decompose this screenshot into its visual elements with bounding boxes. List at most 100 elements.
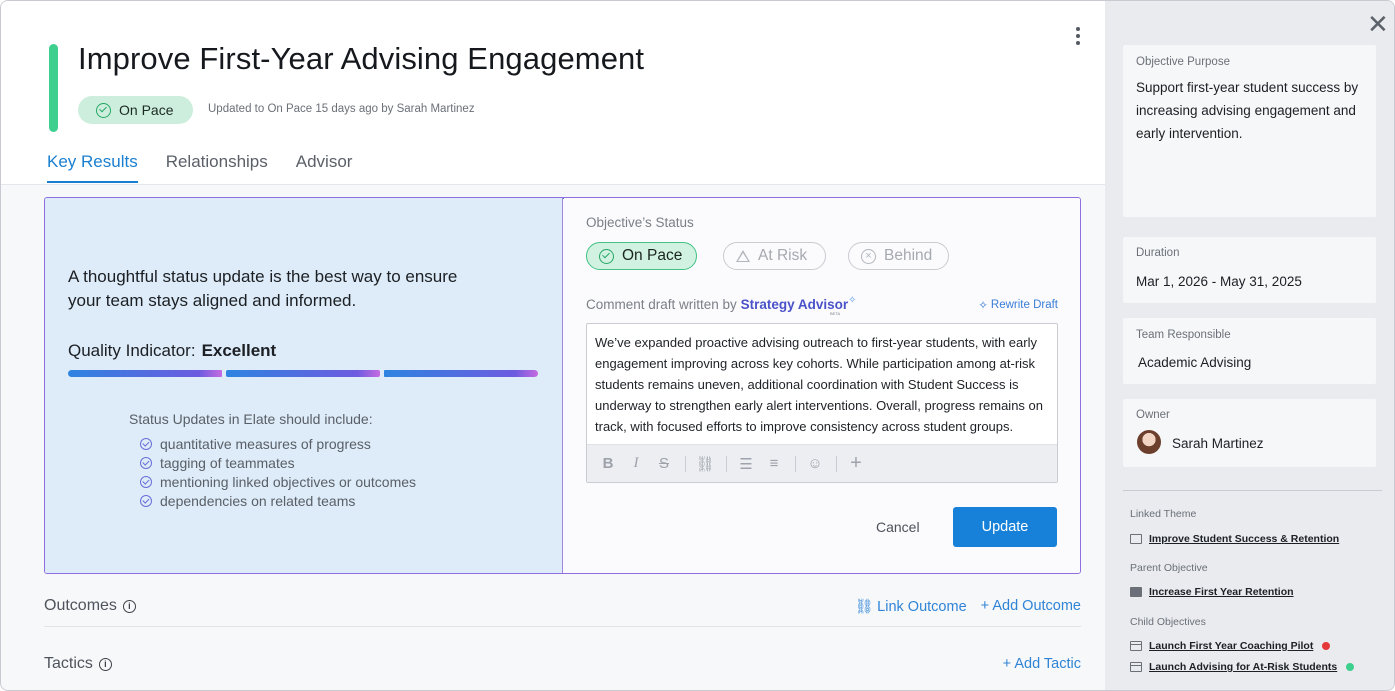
add-tactic-button[interactable]: + Add Tactic <box>1003 656 1081 672</box>
objective-icon <box>1130 587 1142 597</box>
chart-icon <box>1130 534 1142 544</box>
include-heading: Status Updates in Elate should include: <box>129 411 373 427</box>
check-circle-icon <box>140 456 152 469</box>
bold-icon[interactable]: B <box>597 455 619 472</box>
parent-objective-link[interactable]: Increase First Year Retention <box>1130 586 1294 598</box>
list-item: quantitative measures of progress <box>140 434 416 453</box>
strikethrough-icon[interactable]: S <box>653 455 675 472</box>
quality-indicator: Quality Indicator: Excellent <box>68 341 276 361</box>
team-label: Team Responsible <box>1136 329 1231 341</box>
x-circle-icon: × <box>861 248 876 264</box>
include-list: quantitative measures of progress taggin… <box>140 434 416 510</box>
duration-label: Duration <box>1136 247 1180 259</box>
purpose-line: Support first-year student success by <box>1136 80 1359 95</box>
warning-icon <box>736 250 750 262</box>
outcomes-actions: ⛓ Link Outcome + Add Outcome <box>855 598 1081 615</box>
owner-name: Sarah Martinez <box>1172 436 1264 451</box>
objective-icon <box>1130 641 1142 651</box>
owner-card: Owner Sarah Martinez <box>1123 399 1376 467</box>
check-circle-icon <box>140 437 152 450</box>
advisor-tip-text: A thoughtful status update is the best w… <box>68 267 458 310</box>
parent-objective-label: Parent Objective <box>1130 562 1208 574</box>
list-item: dependencies on related teams <box>140 491 416 510</box>
info-icon[interactable]: i <box>122 599 136 613</box>
comment-text[interactable]: We’ve expanded proactive advising outrea… <box>595 332 1055 437</box>
quality-value: Excellent <box>201 341 277 360</box>
child-objective-link[interactable]: Launch First Year Coaching Pilot <box>1130 640 1331 652</box>
tab-advisor[interactable]: Advisor <box>296 152 353 183</box>
toolbar-divider <box>726 455 727 472</box>
check-circle-icon <box>140 475 152 488</box>
update-button[interactable]: Update <box>953 507 1057 547</box>
status-form: Objective’s Status On Pace At Risk × Beh… <box>564 198 1080 573</box>
quality-bar-segment <box>226 370 380 377</box>
link-icon[interactable]: ⛓ <box>694 455 716 473</box>
child-objective-link[interactable]: Launch Advising for At-Risk Students <box>1130 661 1355 673</box>
check-circle-icon <box>599 248 614 264</box>
sparkle-icon: ✧ <box>978 300 988 312</box>
linked-theme-link[interactable]: Improve Student Success & Retention <box>1130 533 1339 545</box>
purpose-line: early intervention. <box>1136 126 1243 141</box>
duration-value: Mar 1, 2026 - May 31, 2025 <box>1136 274 1302 289</box>
quality-bar-segment <box>68 370 222 377</box>
list-item: mentioning linked objectives or outcomes <box>140 472 416 491</box>
tactics-section: Tactics i + Add Tactic <box>44 655 1081 673</box>
sparkle-icon: ✧ <box>848 295 857 306</box>
objective-icon <box>1130 662 1142 672</box>
toolbar-divider <box>685 455 686 472</box>
bulleted-list-icon[interactable]: ☰ <box>735 455 757 473</box>
more-options-icon[interactable] <box>1071 25 1085 47</box>
objective-window: Improve First-Year Advising Engagement O… <box>0 0 1395 691</box>
objective-header: Improve First-Year Advising Engagement O… <box>1 1 1105 185</box>
status-update-card: A thoughtful status update is the best w… <box>44 197 1081 574</box>
plus-icon[interactable]: + <box>845 452 867 475</box>
check-circle-icon <box>140 494 152 507</box>
objective-status-label: Objective’s Status <box>586 215 694 230</box>
toolbar-divider <box>836 455 837 472</box>
rewrite-draft-button[interactable]: ✧ Rewrite Draft <box>978 298 1058 312</box>
team-card: Team Responsible Academic Advising <box>1123 318 1376 384</box>
link-icon: ⛓ <box>854 598 878 615</box>
purpose-line: increasing advising engagement and <box>1136 103 1356 118</box>
outcomes-title: Outcomes i <box>44 597 136 615</box>
beta-badge: BETA <box>830 311 841 316</box>
status-badge-label: On Pace <box>119 102 174 118</box>
avatar <box>1137 430 1161 454</box>
tactics-title: Tactics i <box>44 655 112 673</box>
toolbar-divider <box>795 455 796 472</box>
status-badge[interactable]: On Pace <box>78 96 194 124</box>
cancel-button[interactable]: Cancel <box>876 519 920 535</box>
page-title: Improve First-Year Advising Engagement <box>78 41 645 76</box>
status-option-behind[interactable]: × Behind <box>848 242 950 270</box>
link-outcome-button[interactable]: ⛓ Link Outcome <box>855 598 967 615</box>
status-option-at-risk[interactable]: At Risk <box>723 242 827 270</box>
status-dot <box>1322 642 1331 650</box>
details-sidebar: ✕ Objective Purpose Support first-year s… <box>1105 1 1394 690</box>
status-updated-text: Updated to On Pace 15 days ago by Sarah … <box>208 103 475 115</box>
advisor-tips-panel: A thoughtful status update is the best w… <box>45 198 563 573</box>
editor-toolbar: B I S ⛓ ☰ ≡ ☺ + <box>587 444 1057 482</box>
objective-main: Improve First-Year Advising Engagement O… <box>1 1 1105 690</box>
italic-icon[interactable]: I <box>625 455 647 472</box>
quality-label: Quality Indicator: <box>68 341 196 360</box>
comment-editor[interactable]: We’ve expanded proactive advising outrea… <box>586 323 1058 483</box>
status-option-on-pace[interactable]: On Pace <box>586 242 698 270</box>
section-divider <box>44 626 1081 627</box>
tab-bar: Key Results Relationships Advisor <box>47 152 352 183</box>
emoji-icon[interactable]: ☺ <box>804 455 826 472</box>
strategy-advisor-brand: Strategy Advisor <box>740 297 849 312</box>
linked-theme-label: Linked Theme <box>1130 508 1197 520</box>
tab-key-results[interactable]: Key Results <box>47 152 138 183</box>
child-objectives-label: Child Objectives <box>1130 616 1206 628</box>
numbered-list-icon[interactable]: ≡ <box>763 455 785 472</box>
status-dot <box>1346 663 1355 671</box>
sidebar-divider <box>1123 490 1382 491</box>
info-icon[interactable]: i <box>98 657 112 671</box>
team-value: Academic Advising <box>1138 355 1252 370</box>
status-accent-bar <box>49 44 58 132</box>
draft-attribution: Comment draft written by Strategy Adviso… <box>586 295 857 312</box>
tab-relationships[interactable]: Relationships <box>166 152 268 183</box>
objective-purpose-card: Objective Purpose Support first-year stu… <box>1123 45 1376 217</box>
close-icon[interactable]: ✕ <box>1367 11 1389 37</box>
add-outcome-button[interactable]: + Add Outcome <box>981 598 1081 615</box>
